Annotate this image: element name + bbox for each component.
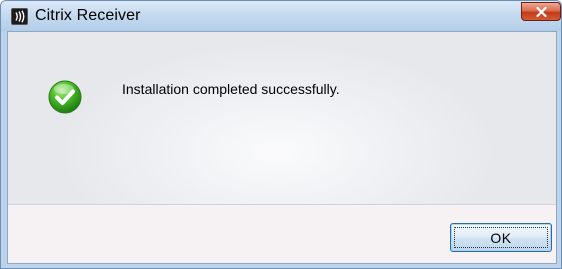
close-icon bbox=[536, 7, 547, 17]
citrix-receiver-icon bbox=[11, 8, 28, 25]
message-panel: Installation completed successfully. bbox=[8, 32, 556, 205]
title-bar[interactable]: Citrix Receiver bbox=[1, 1, 561, 31]
ok-button[interactable]: OK bbox=[450, 223, 552, 252]
success-check-icon bbox=[48, 80, 82, 114]
window-title: Citrix Receiver bbox=[35, 7, 141, 24]
status-message: Installation completed successfully. bbox=[122, 81, 340, 97]
ok-button-label: OK bbox=[454, 227, 548, 248]
dialog-window: Citrix Receiver Installation completed s… bbox=[0, 0, 562, 269]
close-button[interactable] bbox=[521, 2, 561, 21]
button-bar: OK bbox=[8, 205, 556, 263]
dialog-client-area: Installation completed successfully. OK bbox=[7, 31, 557, 264]
